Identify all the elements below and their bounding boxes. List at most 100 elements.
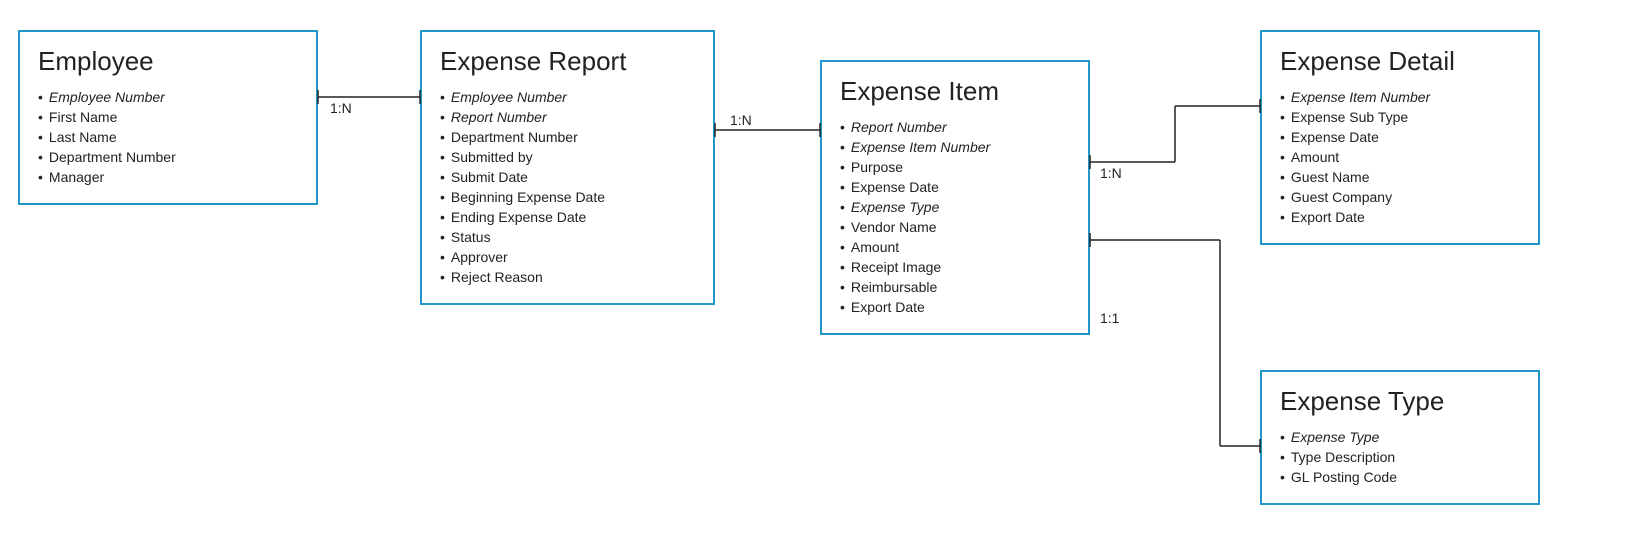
list-item: • Amount (840, 237, 1070, 257)
list-item: • Expense Type (1280, 427, 1520, 447)
field-label: Manager (49, 169, 104, 185)
list-item: • Submit Date (440, 167, 695, 187)
field-label: Expense Item Number (1291, 89, 1430, 105)
field-label: Purpose (851, 159, 903, 175)
bullet-icon: • (440, 149, 445, 165)
list-item: • Expense Date (840, 177, 1070, 197)
relation-label-1n-item-detail: 1:N (1100, 165, 1122, 181)
bullet-icon: • (38, 129, 43, 145)
relation-label-11-item-type: 1:1 (1100, 310, 1119, 326)
field-label: Expense Sub Type (1291, 109, 1408, 125)
field-label: Guest Company (1291, 189, 1392, 205)
field-label: Expense Item Number (851, 139, 990, 155)
field-label: Report Number (451, 109, 547, 125)
list-item: • Report Number (840, 117, 1070, 137)
list-item: • Export Date (1280, 207, 1520, 227)
list-item: • Employee Number (38, 87, 298, 107)
list-item: • Employee Number (440, 87, 695, 107)
bullet-icon: • (840, 199, 845, 215)
bullet-icon: • (440, 229, 445, 245)
list-item: • Purpose (840, 157, 1070, 177)
bullet-icon: • (440, 269, 445, 285)
field-label: Submit Date (451, 169, 528, 185)
list-item: • Status (440, 227, 695, 247)
field-label: Expense Type (851, 199, 939, 215)
list-item: • Beginning Expense Date (440, 187, 695, 207)
list-item: • Last Name (38, 127, 298, 147)
list-item: • Department Number (38, 147, 298, 167)
bullet-icon: • (38, 89, 43, 105)
bullet-icon: • (1280, 169, 1285, 185)
bullet-icon: • (1280, 89, 1285, 105)
list-item: • Report Number (440, 107, 695, 127)
list-item: • Reject Reason (440, 267, 695, 287)
relation-label-1n-emp-report: 1:N (330, 100, 352, 116)
bullet-icon: • (38, 149, 43, 165)
field-label: Report Number (851, 119, 947, 135)
bullet-icon: • (1280, 189, 1285, 205)
field-label: Last Name (49, 129, 117, 145)
list-item: • First Name (38, 107, 298, 127)
entity-expense-item-title: Expense Item (840, 76, 1070, 107)
field-label: Employee Number (49, 89, 165, 105)
field-label: Beginning Expense Date (451, 189, 605, 205)
relation-label-1n-report-item: 1:N (730, 112, 752, 128)
field-label: Receipt Image (851, 259, 941, 275)
bullet-icon: • (440, 249, 445, 265)
field-label: Submitted by (451, 149, 533, 165)
list-item: • Expense Date (1280, 127, 1520, 147)
bullet-icon: • (38, 169, 43, 185)
bullet-icon: • (1280, 469, 1285, 485)
list-item: • Expense Sub Type (1280, 107, 1520, 127)
bullet-icon: • (1280, 429, 1285, 445)
entity-employee-fields: • Employee Number • First Name • Last Na… (38, 87, 298, 187)
bullet-icon: • (840, 239, 845, 255)
list-item: • Vendor Name (840, 217, 1070, 237)
field-label: Amount (1291, 149, 1339, 165)
field-label: GL Posting Code (1291, 469, 1397, 485)
field-label: Department Number (451, 129, 578, 145)
list-item: • Manager (38, 167, 298, 187)
field-label: Reimbursable (851, 279, 937, 295)
list-item: • Guest Company (1280, 187, 1520, 207)
field-label: Expense Date (851, 179, 939, 195)
bullet-icon: • (440, 129, 445, 145)
list-item: • Type Description (1280, 447, 1520, 467)
list-item: • GL Posting Code (1280, 467, 1520, 487)
entity-expense-type-title: Expense Type (1280, 386, 1520, 417)
field-label: Expense Type (1291, 429, 1379, 445)
bullet-icon: • (440, 109, 445, 125)
field-label: Approver (451, 249, 508, 265)
entity-expense-detail: Expense Detail • Expense Item Number • E… (1260, 30, 1540, 245)
entity-employee-title: Employee (38, 46, 298, 77)
list-item: • Expense Item Number (840, 137, 1070, 157)
field-label: Guest Name (1291, 169, 1370, 185)
list-item: • Expense Item Number (1280, 87, 1520, 107)
list-item: • Department Number (440, 127, 695, 147)
field-label: Reject Reason (451, 269, 543, 285)
field-label: Ending Expense Date (451, 209, 586, 225)
list-item: • Approver (440, 247, 695, 267)
list-item: • Export Date (840, 297, 1070, 317)
bullet-icon: • (840, 279, 845, 295)
entity-expense-report-fields: • Employee Number • Report Number • Depa… (440, 87, 695, 287)
entity-expense-detail-title: Expense Detail (1280, 46, 1520, 77)
list-item: • Ending Expense Date (440, 207, 695, 227)
bullet-icon: • (840, 219, 845, 235)
bullet-icon: • (1280, 209, 1285, 225)
entity-expense-detail-fields: • Expense Item Number • Expense Sub Type… (1280, 87, 1520, 227)
bullet-icon: • (38, 109, 43, 125)
field-label: Amount (851, 239, 899, 255)
diagram-container: Employee • Employee Number • First Name … (0, 0, 1636, 559)
field-label: Department Number (49, 149, 176, 165)
bullet-icon: • (440, 169, 445, 185)
bullet-icon: • (840, 259, 845, 275)
list-item: • Amount (1280, 147, 1520, 167)
field-label: First Name (49, 109, 117, 125)
list-item: • Expense Type (840, 197, 1070, 217)
entity-expense-report-title: Expense Report (440, 46, 695, 77)
field-label: Vendor Name (851, 219, 937, 235)
bullet-icon: • (440, 189, 445, 205)
entity-expense-type-fields: • Expense Type • Type Description • GL P… (1280, 427, 1520, 487)
bullet-icon: • (840, 139, 845, 155)
